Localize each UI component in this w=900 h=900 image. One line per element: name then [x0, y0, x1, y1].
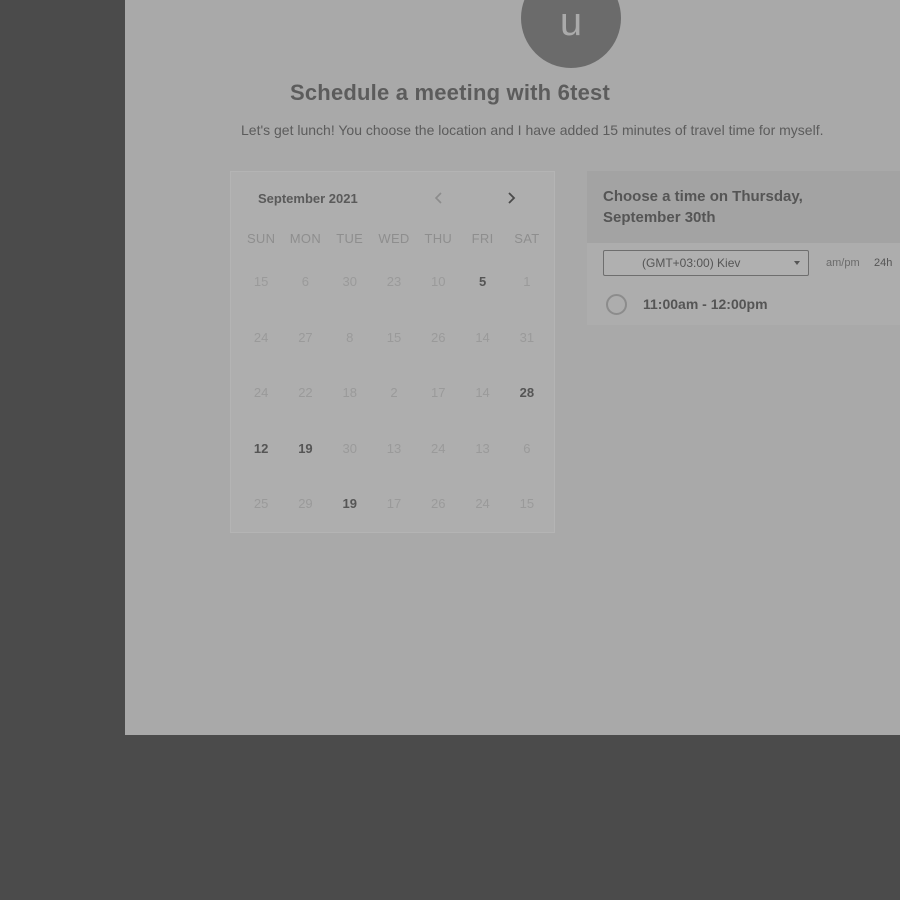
- time-slot[interactable]: 11:00am - 12:00pm: [606, 292, 768, 316]
- calendar-day-available[interactable]: 12: [239, 439, 283, 495]
- calendar-day: 25: [253, 496, 269, 512]
- calendar-day: 13: [386, 440, 402, 456]
- calendar-day: 1: [523, 274, 531, 289]
- time-picker-header: Choose a time on Thursday, September 30t…: [587, 171, 900, 243]
- timezone-select[interactable]: (GMT+03:00) Kiev: [603, 250, 809, 276]
- calendar-day-available[interactable]: 5: [460, 272, 504, 328]
- calendar-day: 22: [298, 385, 313, 401]
- calendar-day: 29: [298, 496, 313, 512]
- timezone-value: (GMT+03:00) Kiev: [642, 256, 741, 270]
- calendar-day: 26: [431, 329, 446, 345]
- calendar-day: 24: [253, 329, 269, 345]
- date-picker: September 2021 SUN MON TUE WED THU FRI SAT 15 6…: [230, 171, 555, 533]
- radio-button[interactable]: [606, 293, 627, 315]
- calendar-day: 27: [298, 329, 313, 345]
- calendar-day: 14: [475, 329, 490, 345]
- weekday-label: MON: [289, 231, 322, 246]
- calendar-day: 15: [386, 329, 402, 345]
- page-title: Schedule a meeting with 6test: [290, 80, 610, 105]
- calendar-day: 2: [390, 385, 398, 401]
- calendar-day: 23: [386, 274, 402, 289]
- calendar-day: 30: [342, 440, 357, 456]
- calendar-day: 24: [431, 440, 446, 456]
- calendar-day: 13: [475, 440, 490, 456]
- time-picker-title: Choose a time on Thursday, September 30t…: [603, 188, 803, 226]
- calendar-day: 18: [342, 385, 357, 401]
- calendar-day: 24: [253, 385, 269, 401]
- calendar-day: 6: [523, 440, 531, 456]
- time-slot-label: 11:00am - 12:00pm: [643, 296, 768, 312]
- weekday-label: SAT: [514, 231, 540, 246]
- chevron-left-icon[interactable]: [429, 188, 449, 208]
- weekday-label: TUE: [336, 231, 364, 246]
- calendar-day: 6: [301, 274, 310, 289]
- calendar-day: 14: [475, 385, 490, 401]
- calendar-day-available[interactable]: 19: [328, 494, 372, 550]
- calendar-day: 30: [342, 274, 357, 289]
- calendar-day: 8: [346, 329, 354, 345]
- calendar-day: 31: [519, 329, 535, 345]
- format-24h-toggle[interactable]: 24h: [874, 257, 892, 269]
- calendar-month-label: September 2021: [258, 191, 358, 206]
- calendar-day: 26: [431, 496, 446, 512]
- format-ampm-toggle[interactable]: am/pm: [826, 257, 860, 269]
- scheduling-page: u Schedule a meeting with 6test Let's ge…: [125, 0, 900, 735]
- calendar-day: 15: [253, 274, 269, 289]
- calendar-day-available[interactable]: 28: [505, 383, 549, 439]
- calendar-day: 24: [475, 496, 490, 512]
- weekday-label: SUN: [246, 231, 276, 246]
- weekday-label: THU: [424, 231, 453, 246]
- weekday-label: WED: [378, 231, 410, 246]
- calendar-day-available[interactable]: 19: [283, 439, 327, 495]
- page-description: Let's get lunch! You choose the location…: [241, 122, 824, 138]
- calendar-day: 15: [519, 496, 535, 512]
- calendar-days-grid: 15 6 30 23 10 5 1 24 27 8 15 26 14 31 24 22 18 2 17 14 28 12 1…: [239, 272, 549, 550]
- time-picker: Choose a time on Thursday, September 30t…: [587, 171, 900, 325]
- weekday-label: FRI: [471, 231, 494, 246]
- calendar-day: 10: [431, 274, 446, 289]
- avatar: u: [521, 0, 621, 68]
- chevron-right-icon[interactable]: [501, 188, 521, 208]
- weekday-header: SUN MON TUE WED THU FRI SAT: [239, 231, 549, 246]
- calendar-day: 17: [431, 385, 446, 401]
- dropdown-arrow-icon: [794, 261, 800, 265]
- calendar-day: 17: [386, 496, 402, 512]
